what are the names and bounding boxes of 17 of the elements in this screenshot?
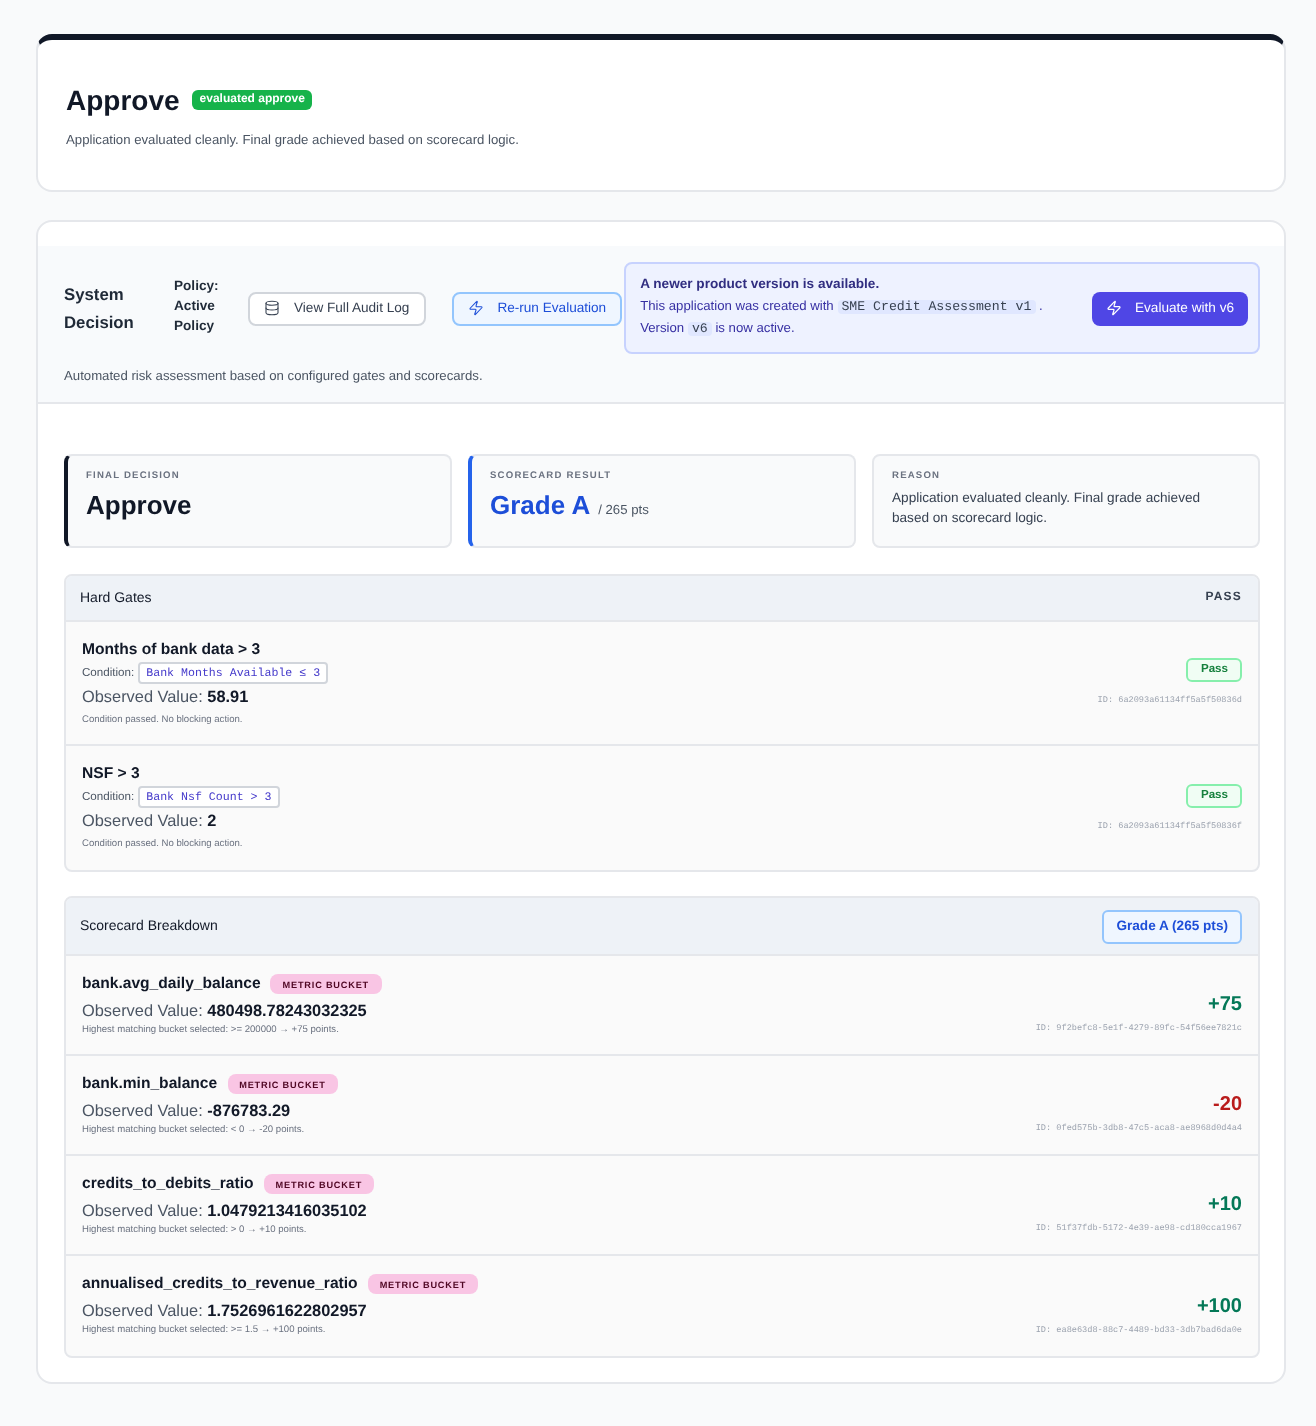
points-value: +100 — [1196, 1293, 1242, 1319]
observed-value: Observed Value: 480498.78243032325 — [82, 1000, 369, 1024]
observed-value: Observed Value: -876783.29 — [82, 1100, 293, 1124]
lightning-icon — [1105, 300, 1121, 316]
observed-value: Observed Value: 58.91 — [82, 686, 251, 710]
decision-title: Approve — [66, 81, 180, 117]
summary-value: Approve — [86, 490, 192, 522]
observed-value: Observed Value: 1.0479213416035102 — [82, 1200, 369, 1224]
points-value: -20 — [1213, 1092, 1242, 1118]
lightning-icon — [467, 300, 484, 316]
points-value: +75 — [1208, 992, 1242, 1018]
panel-title: System Decision — [64, 282, 136, 336]
points-value: +10 — [1208, 1192, 1242, 1218]
observed-value: Observed Value: 2 — [82, 810, 219, 834]
database-icon — [264, 300, 280, 316]
summary-value: Grade A — [490, 490, 591, 522]
observed-value: Observed Value: 1.7526961622802957 — [82, 1300, 369, 1324]
